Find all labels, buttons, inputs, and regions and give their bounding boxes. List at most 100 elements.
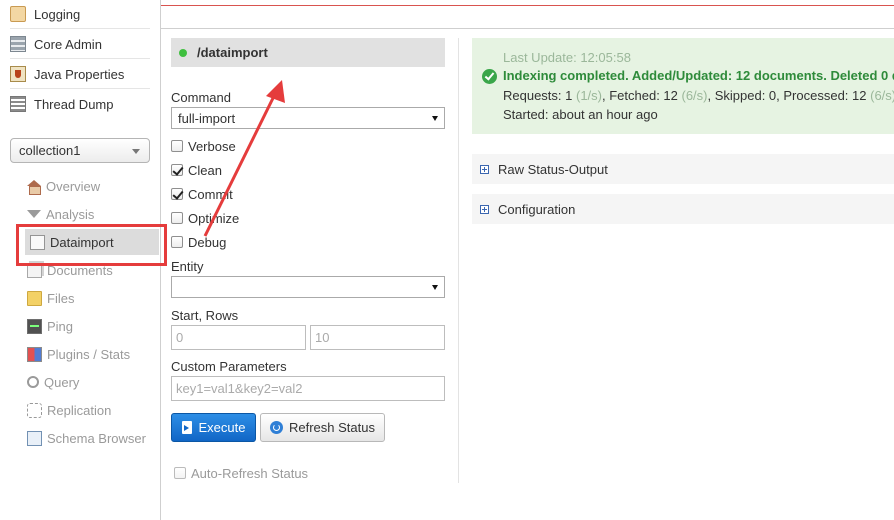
core-selector[interactable]: collection1 — [10, 138, 150, 163]
nav-item-thread-dump[interactable]: Thread Dump — [10, 90, 150, 118]
import-status-panel: Last Update: 12:05:58 Indexing completed… — [472, 38, 894, 134]
core-item-label: Query — [44, 374, 80, 390]
entity-select[interactable] — [171, 276, 445, 298]
status-dot-icon — [179, 48, 187, 57]
server-icon — [10, 36, 26, 52]
execute-button[interactable]: Execute — [171, 413, 256, 442]
core-item-plugins-stats[interactable]: Plugins / Stats — [27, 341, 160, 367]
option-optimize[interactable]: Optimize — [171, 209, 239, 227]
nav-separator — [10, 28, 150, 29]
fetched-rate: (6/s) — [681, 88, 708, 103]
nav-separator — [10, 58, 150, 59]
core-item-label: Replication — [47, 402, 112, 418]
chevron-down-icon — [132, 149, 140, 154]
core-item-label: Schema Browser — [47, 430, 146, 446]
nav-item-core-admin[interactable]: Core Admin — [10, 30, 150, 58]
success-check-icon — [482, 69, 497, 84]
status-stats: Requests: 1 (1/s), Fetched: 12 (6/s), Sk… — [503, 88, 894, 103]
refresh-status-button[interactable]: Refresh Status — [260, 413, 385, 442]
start-input[interactable]: 0 — [171, 325, 306, 350]
nav-item-java-properties[interactable]: Java Properties — [10, 60, 150, 88]
nav-item-label: Thread Dump — [34, 96, 114, 112]
auto-refresh-option[interactable]: Auto-Refresh Status — [174, 464, 308, 482]
core-item-replication[interactable]: Replication — [27, 397, 160, 423]
last-update-text: Last Update: 12:05:58 — [503, 50, 631, 65]
nav-item-label: Java Properties — [34, 66, 125, 82]
funnel-icon — [27, 210, 41, 218]
checkbox[interactable] — [171, 212, 183, 224]
home-icon — [27, 179, 41, 195]
core-item-label: Files — [47, 290, 75, 306]
option-clean[interactable]: Clean — [171, 161, 222, 179]
java-icon — [10, 66, 26, 82]
skipped-processed-text: , Skipped: 0, Processed: 12 — [707, 88, 871, 103]
core-item-label: Overview — [46, 178, 101, 194]
option-label: Debug — [188, 234, 227, 250]
top-panel-frame — [160, 0, 894, 6]
arrow-head — [266, 80, 285, 103]
core-item-label: Analysis — [46, 206, 95, 222]
option-label: Optimize — [188, 210, 240, 226]
option-label: Commit — [188, 186, 233, 202]
core-item-label: Plugins / Stats — [47, 346, 131, 362]
execute-label: Execute — [198, 420, 246, 435]
thread-dump-icon — [10, 96, 26, 112]
book-icon — [27, 430, 42, 446]
command-value: full-import — [178, 110, 236, 126]
handler-name: /dataimport — [197, 45, 268, 60]
expand-plus-icon — [480, 204, 489, 214]
start-rows-label: Start, Rows — [171, 308, 239, 323]
content-top-divider — [161, 28, 894, 29]
requests-rate: (1/s) — [576, 88, 602, 103]
core-selector-value: collection1 — [19, 143, 81, 158]
checkbox[interactable] — [171, 236, 183, 248]
option-label: Clean — [188, 162, 222, 178]
command-select[interactable]: full-import — [171, 107, 445, 129]
checkbox[interactable] — [171, 188, 183, 200]
raw-status-output-section[interactable]: Raw Status-Output — [472, 154, 894, 184]
option-debug[interactable]: Debug — [171, 233, 226, 251]
nav-item-label: Core Admin — [34, 36, 102, 52]
refresh-icon — [270, 421, 283, 434]
core-item-query[interactable]: Query — [27, 369, 160, 395]
checkbox[interactable] — [174, 467, 186, 479]
plugins-icon — [27, 346, 42, 362]
section-label: Raw Status-Output — [498, 161, 608, 177]
refresh-label: Refresh Status — [289, 420, 375, 435]
custom-params-input[interactable]: key1=val1&key2=val2 — [171, 376, 445, 401]
nav-separator — [10, 88, 150, 89]
started-text: Started: about an hour ago — [503, 107, 658, 122]
annotation-highlight-box — [16, 224, 167, 266]
start-placeholder: 0 — [176, 330, 184, 345]
custom-params-placeholder: key1=val1&key2=val2 — [176, 381, 303, 396]
option-verbose[interactable]: Verbose — [171, 137, 236, 155]
checkbox[interactable] — [171, 164, 183, 176]
rows-placeholder: 10 — [315, 330, 330, 345]
dropdown-arrow-icon — [432, 285, 438, 290]
requests-text: Requests: 1 — [503, 88, 576, 103]
core-item-schema-browser[interactable]: Schema Browser — [27, 425, 160, 451]
logging-icon — [10, 6, 26, 22]
replication-icon — [27, 402, 42, 418]
auto-refresh-label: Auto-Refresh Status — [191, 465, 309, 481]
nav-item-label: Logging — [34, 6, 81, 22]
magnifier-icon — [27, 376, 39, 388]
checkbox[interactable] — [171, 140, 183, 152]
folder-icon — [27, 290, 42, 306]
configuration-section[interactable]: Configuration — [472, 194, 894, 224]
entity-label: Entity — [171, 259, 204, 274]
core-item-files[interactable]: Files — [27, 285, 160, 311]
option-commit[interactable]: Commit — [171, 185, 233, 203]
command-label: Command — [171, 90, 231, 105]
dataimport-handler-header[interactable]: /dataimport — [171, 38, 445, 67]
fetched-text: , Fetched: 12 — [602, 88, 682, 103]
core-item-overview[interactable]: Overview — [27, 173, 160, 199]
column-divider — [458, 38, 459, 483]
expand-plus-icon — [480, 164, 489, 174]
status-message: Indexing completed. Added/Updated: 12 do… — [503, 68, 894, 83]
section-label: Configuration — [498, 201, 576, 217]
nav-item-logging[interactable]: Logging — [10, 0, 150, 28]
rows-input[interactable]: 10 — [310, 325, 445, 350]
execute-icon — [181, 421, 192, 434]
core-item-ping[interactable]: Ping — [27, 313, 160, 339]
